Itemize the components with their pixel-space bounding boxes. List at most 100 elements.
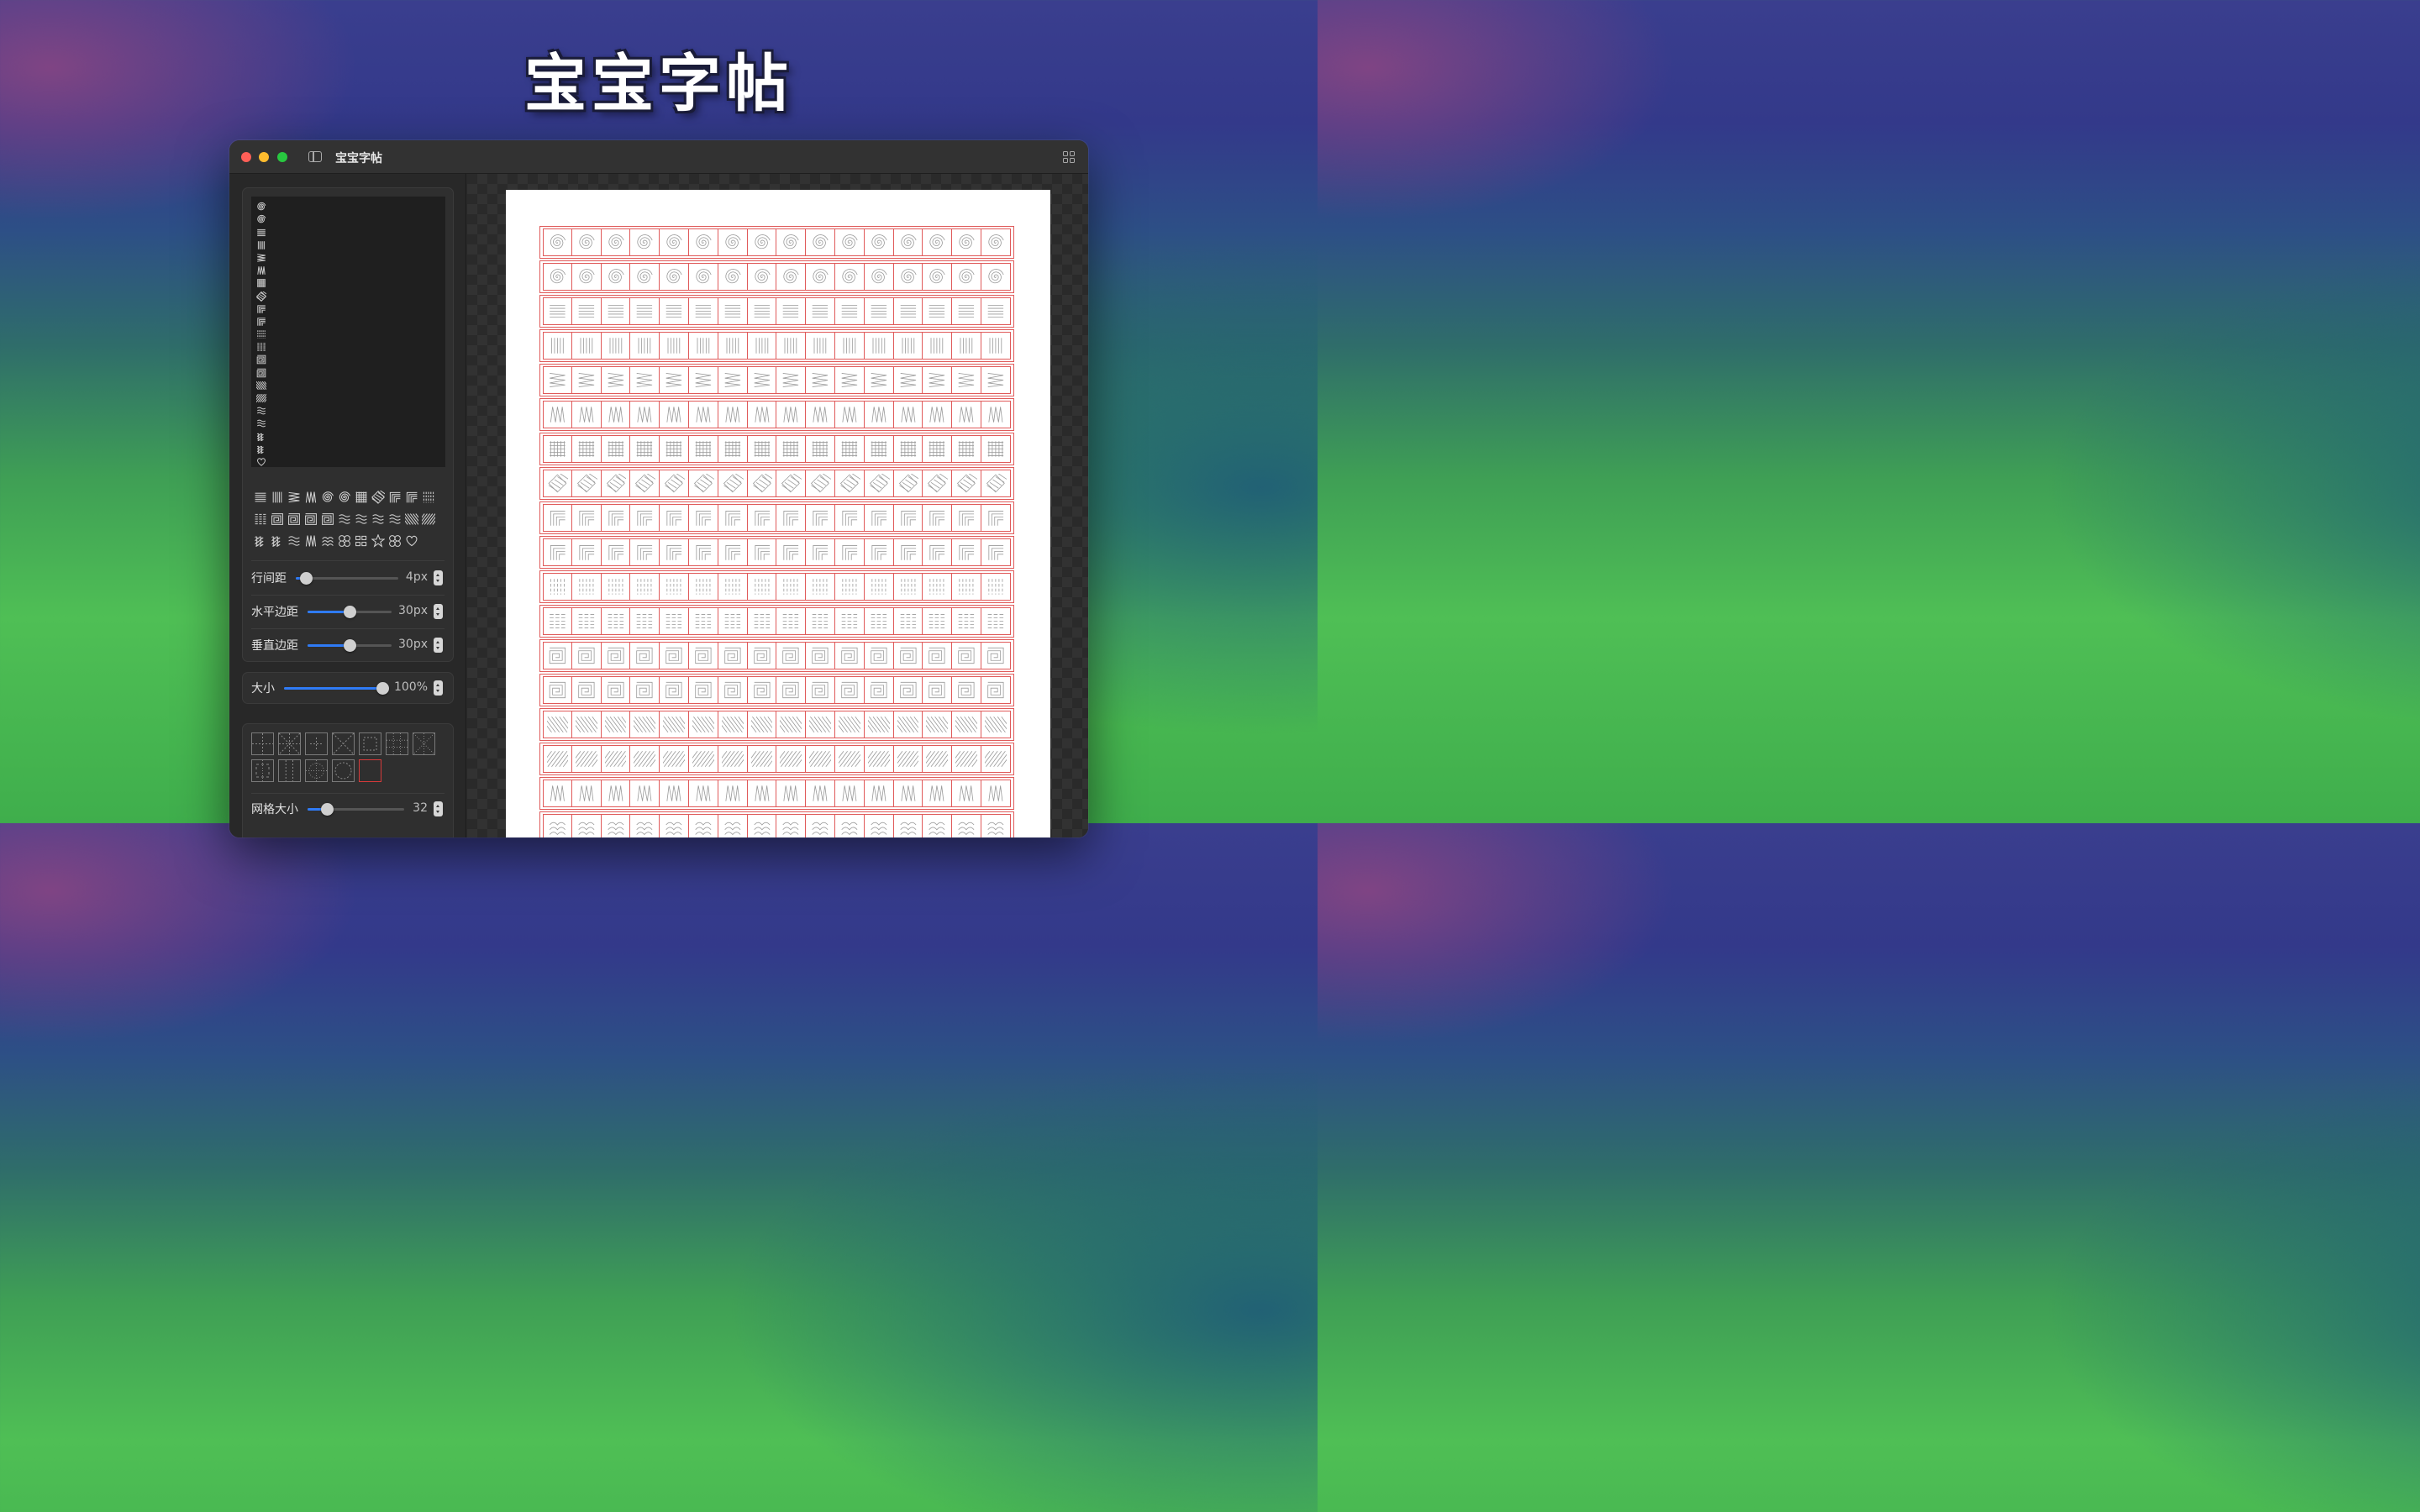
size-knob[interactable] — [376, 682, 389, 695]
canvas-area[interactable] — [467, 174, 1088, 837]
wave-icon[interactable] — [371, 512, 386, 527]
diagonal-back-icon[interactable] — [404, 512, 419, 527]
zigzag-v-icon[interactable] — [256, 263, 266, 276]
square-spiral-2-icon[interactable] — [256, 365, 266, 377]
close-button[interactable] — [241, 152, 251, 162]
wave-cols-icon[interactable] — [387, 512, 402, 527]
spiral-icon[interactable] — [337, 490, 352, 505]
dash-rows-icon[interactable] — [253, 512, 268, 527]
squares-icon[interactable] — [354, 533, 369, 549]
worksheet-cell — [923, 745, 953, 773]
line-spacing-stepper[interactable] — [434, 570, 443, 585]
square-spiral-icon[interactable] — [256, 352, 266, 365]
wave-2-icon[interactable] — [256, 416, 266, 428]
spiral-icon[interactable] — [256, 199, 266, 211]
v-margin-knob[interactable] — [344, 639, 356, 652]
heart-icon[interactable] — [256, 454, 266, 466]
diagonal-back-icon[interactable] — [251, 378, 271, 390]
grid-size-slider[interactable] — [308, 803, 404, 816]
corner-lines-2-icon[interactable] — [404, 490, 419, 505]
worksheet-cell — [601, 297, 631, 325]
square-spiral-icon[interactable] — [270, 512, 285, 527]
corner-lines-2-icon[interactable] — [256, 314, 266, 326]
v-margin-slider[interactable] — [308, 639, 392, 652]
worksheet-cell — [864, 538, 894, 566]
zoom-button[interactable] — [277, 152, 287, 162]
size-stepper[interactable] — [434, 680, 443, 696]
line-spacing-knob[interactable] — [300, 572, 313, 585]
diagonal-fwd-icon[interactable] — [251, 391, 271, 403]
worksheet-cell — [952, 538, 981, 566]
zigzag-v-icon[interactable] — [303, 490, 318, 505]
zigzag-wave-icon[interactable] — [337, 512, 352, 527]
line-spacing-label: 行间距 — [251, 572, 287, 585]
meander-icon[interactable] — [303, 512, 318, 527]
zigzag-v-icon[interactable] — [303, 533, 318, 549]
diagonal-fwd-icon[interactable] — [421, 512, 436, 527]
loops-2-icon[interactable] — [270, 533, 285, 549]
size-slider[interactable] — [284, 682, 389, 695]
horizontal-lines-icon[interactable] — [256, 225, 266, 236]
loops-icon[interactable] — [256, 429, 266, 441]
spiral-icon[interactable] — [320, 490, 335, 505]
horizontal-lines-icon[interactable] — [253, 490, 268, 505]
dash-rows-icon[interactable] — [256, 339, 266, 351]
line-spacing-slider[interactable] — [296, 572, 398, 585]
corner-lines-icon[interactable] — [387, 490, 402, 505]
cross-grid-option[interactable] — [305, 732, 328, 755]
zigzag-h-icon[interactable] — [287, 490, 302, 505]
grid-view-icon[interactable] — [1063, 151, 1075, 163]
vertical-lines-icon[interactable] — [256, 238, 266, 249]
dashed-square-option[interactable] — [359, 732, 381, 755]
grid-icon[interactable] — [256, 276, 266, 288]
worksheet-cell — [893, 228, 923, 256]
grid-size-stepper[interactable] — [434, 801, 443, 816]
x-grid-option[interactable] — [332, 732, 355, 755]
zigzag-h-icon[interactable] — [256, 250, 266, 262]
diamond-grid-icon[interactable] — [255, 289, 268, 302]
wave-2-icon[interactable] — [287, 533, 302, 549]
minimize-button[interactable] — [259, 152, 269, 162]
pattern-preview-list[interactable] — [251, 197, 445, 467]
tian-grid-option[interactable] — [251, 732, 274, 755]
heart-icon[interactable] — [404, 533, 419, 549]
circle-option[interactable] — [332, 759, 355, 782]
meander-2-icon[interactable] — [320, 512, 335, 527]
plain-red-option[interactable] — [359, 759, 381, 782]
h-margin-knob[interactable] — [344, 606, 356, 618]
circles-icon[interactable] — [337, 533, 352, 549]
worksheet-cell — [981, 228, 1011, 256]
wave-icon[interactable] — [256, 403, 266, 415]
zigzag-wave-2-icon[interactable] — [354, 512, 369, 527]
circles-2-icon[interactable] — [387, 533, 402, 549]
arches-icon[interactable] — [320, 533, 335, 549]
worksheet-cell — [893, 676, 923, 704]
grid-icon[interactable] — [354, 490, 369, 505]
worksheet-grid — [539, 226, 1014, 837]
square-spiral-2-icon[interactable] — [287, 512, 302, 527]
corner-lines-icon[interactable] — [256, 302, 266, 313]
dashed-rows-option[interactable] — [278, 759, 301, 782]
dash-columns-icon[interactable] — [256, 327, 266, 339]
loops-icon[interactable] — [253, 533, 268, 549]
h-margin-slider[interactable] — [308, 606, 392, 618]
spiral-icon[interactable] — [256, 212, 266, 223]
worksheet-cell — [601, 642, 631, 669]
star-icon[interactable] — [371, 533, 386, 549]
size-value: 100% — [393, 680, 428, 694]
dotted-x-grid-option[interactable] — [413, 732, 435, 755]
sidebar-toggle-icon[interactable] — [308, 151, 322, 162]
mi-grid-option[interactable] — [278, 732, 301, 755]
worksheet-cell — [981, 504, 1011, 532]
h-margin-stepper[interactable] — [434, 604, 443, 619]
dotted-circle-option[interactable] — [305, 759, 328, 782]
worksheet-cell — [923, 401, 953, 428]
diamond-grid-icon[interactable] — [371, 490, 386, 505]
dashed-corner-option[interactable] — [251, 759, 274, 782]
grid-size-knob[interactable] — [321, 803, 334, 816]
vertical-lines-icon[interactable] — [270, 490, 285, 505]
dotted-grid-option[interactable] — [386, 732, 408, 755]
loops-2-icon[interactable] — [256, 442, 266, 454]
v-margin-stepper[interactable] — [434, 638, 443, 653]
dash-columns-icon[interactable] — [421, 490, 436, 505]
